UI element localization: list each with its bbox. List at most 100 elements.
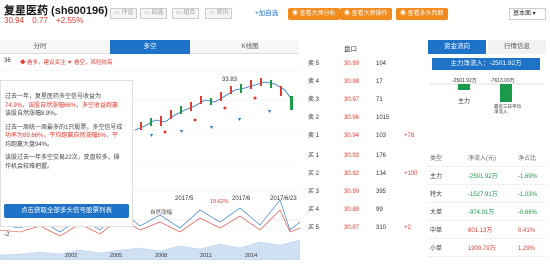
- orderbook-row: 买 3 30.90 395: [308, 186, 420, 199]
- flow-net: 1900.79万: [468, 246, 496, 252]
- peak-label: 33.83: [222, 77, 238, 83]
- stock-price-row: 30.94 0.77 +2.55%: [4, 16, 89, 25]
- master-analysis-button[interactable]: ◉ 查看大师分析: [288, 8, 340, 20]
- analysis-para-1: 过去一年，复星医药多空信号收益为 74.9%，该股自然涨幅66%，多空收益跑赢 …: [5, 94, 119, 117]
- orderbook-price: 30.97: [344, 97, 360, 103]
- orderbook-price: 30.90: [344, 189, 360, 195]
- flow-type: 中单: [430, 228, 443, 234]
- flow-type: 特大: [430, 192, 443, 198]
- orderbook-price: 30.99: [344, 61, 360, 67]
- inflow-bars: [430, 83, 544, 102]
- flow-type: 主力: [430, 174, 443, 180]
- orderbook-level: 卖 2: [308, 115, 320, 121]
- flow-ratio: -1.03%: [518, 192, 538, 198]
- x-label-5: 2014: [245, 253, 258, 259]
- long-judge-button[interactable]: ◉ 查看多头判断: [396, 8, 448, 20]
- orderbook-price: 30.98: [344, 79, 360, 85]
- orderbook-change: +78: [404, 133, 415, 139]
- flow-table-row: 中单 601.13万 0.41%: [428, 224, 546, 239]
- orderbook-price: 30.92: [344, 171, 360, 177]
- mini-legend: 自然涨幅: [150, 210, 173, 216]
- candles: [140, 78, 293, 130]
- master-ops-button[interactable]: ◉ 查看大师操作: [340, 8, 392, 20]
- y-label-bottom: -2: [4, 232, 10, 238]
- fundamental-select[interactable]: 基本面 ▾: [509, 8, 546, 20]
- tab-capital-flow[interactable]: 资金流向: [428, 40, 486, 54]
- orderbook-change: +100: [404, 171, 418, 177]
- orderbook-row: 卖 4 30.98 17: [308, 76, 420, 89]
- stock-change: 0.77: [32, 16, 48, 25]
- orderbook-level: 卖 3: [308, 97, 320, 103]
- orderbook-price: 30.93: [344, 153, 360, 159]
- orderbook-title: 盘口: [344, 46, 357, 53]
- stock-pct: +2.55%: [56, 16, 84, 25]
- orderbook-level: 买 2: [308, 171, 320, 177]
- analysis-para-3: 该股过去一年多空交易22次，变盘较多，操 作机会较难把握。: [5, 155, 120, 170]
- bar-value-2: -7613.09万: [490, 78, 515, 84]
- orderbook-volume: 134: [376, 171, 387, 177]
- x-label-4: 2011: [200, 253, 212, 259]
- comment-button[interactable]: ▭ 评论: [110, 8, 138, 19]
- bar-name-2: 最近三日平均净流入: [494, 104, 521, 114]
- orderbook-row: 卖 3 30.97 71: [308, 94, 420, 107]
- orderbook-level: 卖 4: [308, 79, 320, 85]
- orderbook-price: 30.87: [344, 225, 360, 231]
- orderbook-row: 买 4 30.89 99: [308, 204, 420, 217]
- orderbook-volume: 310: [376, 225, 387, 231]
- flow-net: 601.13万: [468, 228, 493, 234]
- stock-price: 30.94: [4, 16, 25, 25]
- analysis-para-2: 过去一周统一周最多的1只股票，多空信号成 功率为89.66%，平均跑赢自然涨幅6…: [5, 124, 123, 148]
- flow-ratio: 1.29%: [518, 246, 536, 252]
- low-label: 19.62%: [210, 199, 229, 205]
- orderbook-row: 买 1 30.93 176: [308, 150, 420, 163]
- flow-table-header: 类型 净流入(元) 净占比: [428, 152, 546, 167]
- orderbook-price: 30.96: [344, 115, 360, 121]
- orderbook-price: 30.89: [344, 207, 360, 213]
- flow-ratio: -1.69%: [518, 174, 538, 180]
- orderbook-level: 卖 5: [308, 61, 320, 67]
- orderbook-level: 买 5: [308, 225, 320, 231]
- date-label-1: 2017/5: [175, 196, 194, 202]
- watchlist-button[interactable]: ▭ 自选: [140, 8, 168, 19]
- news-button[interactable]: ▭ 资讯: [205, 8, 233, 19]
- orderbook-volume: 176: [376, 153, 387, 159]
- orderbook-row: 卖 1 30.94 103 +78: [308, 130, 420, 143]
- add-watchlist-link[interactable]: +加自选: [255, 8, 278, 19]
- flow-table-row: 特大 -1527.91万 -1.03%: [428, 188, 546, 203]
- flow-ratio: -0.66%: [518, 210, 538, 216]
- tab-quote-info[interactable]: 行情信息: [488, 40, 546, 54]
- orderbook-level: 买 3: [308, 189, 320, 195]
- orderbook-level: 买 1: [308, 153, 320, 159]
- flow-table-row: 主力 -2501.92万 -1.69%: [428, 170, 546, 185]
- orderbook-row: 卖 5 30.99 104: [308, 58, 420, 71]
- main-inflow-button[interactable]: 主力净流入：-2501.92万: [432, 58, 540, 70]
- orderbook-row: 买 5 30.87 310 +2: [308, 222, 420, 235]
- tab-kline[interactable]: K线图: [210, 40, 290, 54]
- orderbook-volume: 103: [376, 133, 387, 139]
- flow-net: -974.01万: [468, 210, 495, 216]
- orderbook-row: 卖 2 30.96 1015: [308, 112, 420, 125]
- tab-intraday[interactable]: 分时: [0, 40, 80, 54]
- x-label-1: 2002: [65, 253, 78, 259]
- flow-net: -1527.91万: [468, 192, 498, 198]
- signal-markers: [150, 110, 271, 137]
- flow-ratio: 0.41%: [518, 228, 536, 234]
- flow-net: -2501.92万: [468, 174, 498, 180]
- bar-value-1: -2501.92万: [452, 78, 477, 84]
- orderbook-volume: 104: [376, 61, 387, 67]
- orderbook-row: 买 2 30.92 134 +100: [308, 168, 420, 181]
- x-label-3: 2008: [155, 253, 168, 259]
- date-label-3: 2017/6/23: [270, 196, 297, 202]
- bar-name-1: 主力: [458, 99, 471, 105]
- orderbook-level: 卖 1: [308, 133, 320, 139]
- orderbook-level: 买 4: [308, 207, 320, 213]
- portfolio-button[interactable]: ▭ 组合: [172, 8, 200, 19]
- orderbook-price: 30.94: [344, 133, 360, 139]
- tab-longshort[interactable]: 多空: [110, 40, 190, 54]
- x-label-2: 2005: [110, 253, 123, 259]
- flow-type: 大单: [430, 210, 443, 216]
- orderbook-volume: 99: [376, 207, 383, 213]
- orderbook-change: +2: [404, 225, 411, 231]
- get-long-signals-button[interactable]: 点击获取全部多头信号股票列表: [4, 204, 129, 218]
- orderbook-volume: 395: [376, 189, 387, 195]
